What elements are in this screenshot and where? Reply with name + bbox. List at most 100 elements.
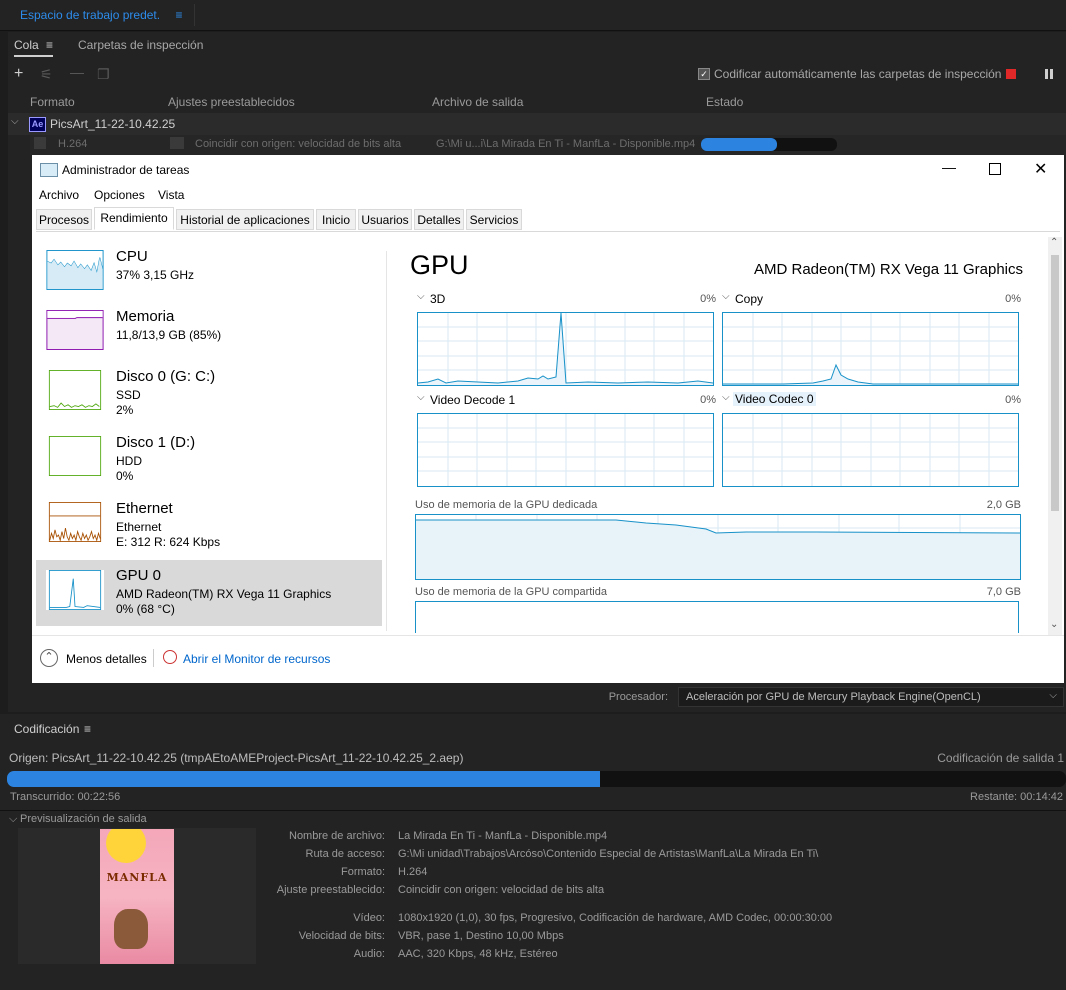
engine-copy-graph xyxy=(722,312,1019,386)
detail-label: Audio: xyxy=(353,948,385,960)
resource-monitor-link[interactable]: Abrir el Monitor de recursos xyxy=(183,652,330,666)
detail-value: VBR, pase 1, Destino 10,00 Mbps xyxy=(398,930,564,942)
output-file[interactable]: G:\Mi u...i\La Mirada En Ti - ManfLa - D… xyxy=(436,138,695,150)
add-icon[interactable]: + xyxy=(14,65,23,83)
engine-label[interactable]: Video Decode 1 xyxy=(430,393,515,407)
column-preset[interactable]: Ajustes preestablecidos xyxy=(168,95,295,109)
chevron-down-icon[interactable]: ⌵ xyxy=(9,813,17,826)
encoding-output-label: Codificación de salida 1 xyxy=(937,751,1064,765)
tab-queue[interactable]: Cola ≡ xyxy=(14,38,54,57)
processor-dropdown[interactable]: Aceleración por GPU de Mercury Playback … xyxy=(678,687,1064,707)
sidebar-detail: Ethernet xyxy=(116,520,162,534)
tab-services[interactable]: Servicios xyxy=(466,209,522,230)
engine-percent: 0% xyxy=(700,293,716,305)
queue-progress-fill xyxy=(701,138,778,151)
tab-performance[interactable]: Rendimiento xyxy=(94,207,174,230)
maximize-icon[interactable] xyxy=(989,163,1001,175)
preset-dropdown-icon[interactable] xyxy=(170,137,184,149)
encoding-source: Origen: PicsArt_11-22-10.42.25 (tmpAEtoA… xyxy=(9,751,464,765)
thumbnail-title: MANFLA xyxy=(106,871,168,884)
menu-file[interactable]: Archivo xyxy=(39,188,79,202)
engine-percent: 0% xyxy=(1005,293,1021,305)
workspace-tab-label: Espacio de trabajo predet. xyxy=(20,8,161,22)
menu-options[interactable]: Opciones xyxy=(94,188,145,202)
sidebar-item-gpu0[interactable]: GPU 0 AMD Radeon(TM) RX Vega 11 Graphics… xyxy=(36,560,382,626)
less-details-button[interactable]: Menos detalles xyxy=(66,652,147,666)
gpu-title: GPU xyxy=(410,250,469,280)
remove-icon[interactable]: — xyxy=(70,64,84,80)
footer-divider xyxy=(32,635,1064,636)
tab-details[interactable]: Detalles xyxy=(414,209,464,230)
footer-separator xyxy=(153,649,154,667)
engine-label[interactable]: Video Codec 0 xyxy=(733,392,816,406)
format-dropdown-icon[interactable] xyxy=(34,137,46,149)
sidebar-name: GPU 0 xyxy=(116,567,162,584)
sidebar-name: Ethernet xyxy=(116,500,173,517)
chevron-down-icon[interactable]: ⌵ xyxy=(11,116,19,127)
tab-processes[interactable]: Procesos xyxy=(36,209,92,230)
detail-label: Velocidad de bits: xyxy=(298,930,385,942)
duplicate-icon[interactable]: ❐ xyxy=(97,66,110,83)
scrollbar-thumb[interactable] xyxy=(1051,255,1059,511)
column-output[interactable]: Archivo de salida xyxy=(432,95,523,109)
encoding-panel-title[interactable]: Codificación xyxy=(14,722,79,736)
sidebar-name: Disco 1 (D:) xyxy=(116,434,196,451)
scrollbar[interactable] xyxy=(1048,237,1062,635)
sidebar-item-cpu[interactable]: CPU 37% 3,15 GHz xyxy=(36,244,382,308)
auto-encode-checkbox[interactable]: ✓ xyxy=(698,68,710,80)
scroll-down-icon[interactable]: ⌄ xyxy=(1050,619,1058,630)
workspace-bar: Espacio de trabajo predet. ≡ xyxy=(0,0,1066,31)
sidebar-detail: SSD xyxy=(116,388,141,402)
close-icon[interactable]: ✕ xyxy=(1034,159,1047,179)
resource-monitor-icon xyxy=(163,650,177,664)
engine-label[interactable]: Copy xyxy=(735,292,763,306)
sidebar-item-disk0[interactable]: Disco 0 (G: C:) SSD 2% xyxy=(36,364,382,428)
chevron-up-icon[interactable]: ⌃ xyxy=(40,649,58,667)
pause-icon[interactable] xyxy=(1045,69,1053,79)
tab-users[interactable]: Usuarios xyxy=(358,209,412,230)
chevron-down-icon[interactable]: ⌵ xyxy=(722,392,730,403)
window-title: Administrador de tareas xyxy=(62,163,190,177)
minimize-icon[interactable]: — xyxy=(942,159,956,175)
output-preset[interactable]: Coincidir con origen: velocidad de bits … xyxy=(195,138,401,150)
tab-startup[interactable]: Inicio xyxy=(316,209,356,230)
detail-value: Coincidir con origen: velocidad de bits … xyxy=(398,884,605,896)
tab-watch-folders[interactable]: Carpetas de inspección xyxy=(78,38,203,52)
sidebar-name: Disco 0 (G: C:) xyxy=(116,368,216,385)
processor-value: Aceleración por GPU de Mercury Playback … xyxy=(686,691,981,703)
processor-label: Procesador: xyxy=(608,691,668,703)
dedicated-memory-graph xyxy=(415,514,1021,580)
output-format[interactable]: H.264 xyxy=(58,138,87,150)
tab-app-history[interactable]: Historial de aplicaciones xyxy=(176,209,314,230)
column-status[interactable]: Estado xyxy=(706,95,743,109)
workspace-tab[interactable]: Espacio de trabajo predet. ≡ xyxy=(10,4,195,26)
sidebar-item-ethernet[interactable]: Ethernet Ethernet E: 312 R: 624 Kbps xyxy=(36,496,382,560)
menu-view[interactable]: Vista xyxy=(158,188,184,202)
sidebar-item-memory[interactable]: Memoria 11,8/13,9 GB (85%) xyxy=(36,304,382,368)
chevron-down-icon[interactable]: ⌵ xyxy=(417,392,425,403)
chevron-down-icon[interactable]: ⌵ xyxy=(417,291,425,302)
output-preview-label[interactable]: Previsualización de salida xyxy=(20,813,147,825)
shared-memory-value: 7,0 GB xyxy=(986,586,1021,598)
queue-menu-icon[interactable]: ≡ xyxy=(46,38,53,52)
chevron-down-icon[interactable]: ⌵ xyxy=(722,291,730,302)
sidebar-item-disk1[interactable]: Disco 1 (D:) HDD 0% xyxy=(36,430,382,494)
sidebar-divider xyxy=(386,251,387,631)
workspace-menu-icon[interactable]: ≡ xyxy=(175,8,182,22)
engine-label[interactable]: 3D xyxy=(430,292,445,306)
sidebar-name: Memoria xyxy=(116,308,175,325)
encoding-menu-icon[interactable]: ≡ xyxy=(84,722,91,736)
column-format[interactable]: Formato xyxy=(30,95,75,109)
engine-video-decode-graph xyxy=(417,413,714,487)
auto-encode-label: Codificar automáticamente las carpetas d… xyxy=(714,67,1002,81)
scroll-up-icon[interactable]: ⌃ xyxy=(1050,237,1058,248)
shared-memory-label: Uso de memoria de la GPU compartida xyxy=(415,586,607,598)
task-manager-icon xyxy=(40,163,58,177)
settings-sliders-icon[interactable]: ⚟ xyxy=(40,66,53,83)
sidebar-detail-2: 2% xyxy=(116,403,134,417)
dedicated-memory-value: 2,0 GB xyxy=(986,499,1021,511)
gpu-thumbnail-graph xyxy=(46,570,104,610)
sidebar-name: CPU xyxy=(116,248,148,265)
sidebar-detail: AMD Radeon(TM) RX Vega 11 Graphics xyxy=(116,587,332,601)
stop-icon[interactable] xyxy=(1006,69,1016,79)
